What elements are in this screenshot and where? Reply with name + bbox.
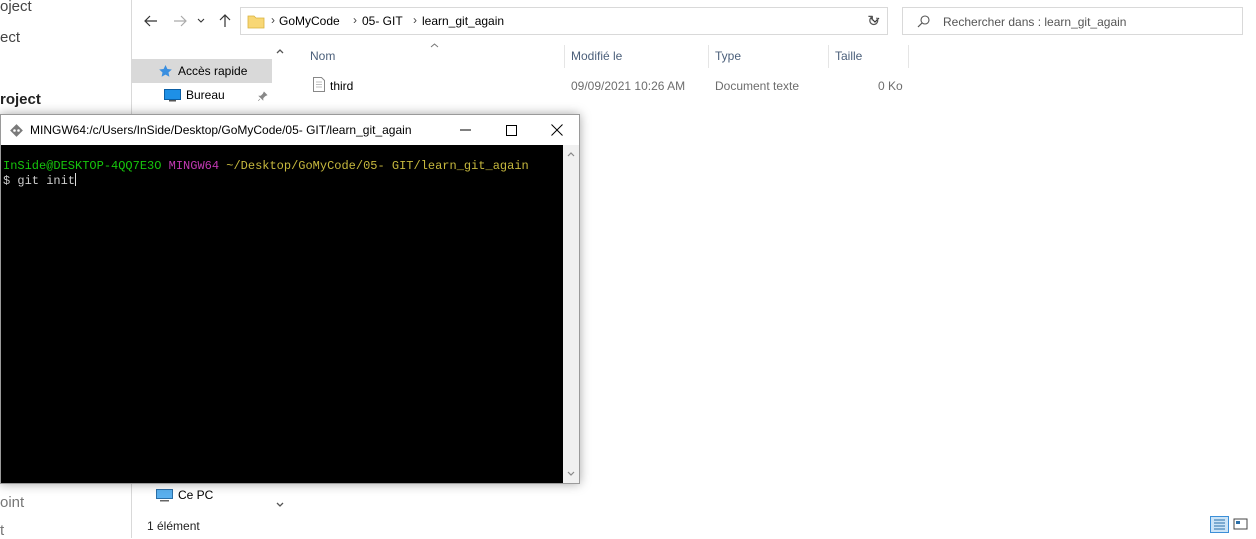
- column-divider[interactable]: [828, 45, 829, 68]
- search-icon: [917, 15, 930, 28]
- folder-icon: [247, 15, 265, 29]
- terminal-title: MINGW64:/c/Users/InSide/Desktop/GoMyCode…: [30, 123, 412, 137]
- breadcrumb-learn-git-again[interactable]: learn_git_again: [422, 14, 504, 28]
- refresh-icon[interactable]: ↻: [860, 7, 888, 35]
- background-fragment: oject: [0, 0, 32, 15]
- terminal-command-line: $ git init: [3, 173, 77, 189]
- details-view-icon[interactable]: [1210, 516, 1229, 533]
- terminal-window: MINGW64:/c/Users/InSide/Desktop/GoMyCode…: [0, 114, 580, 484]
- sidebar-item-acces-rapide[interactable]: Accès rapide: [132, 59, 272, 83]
- terminal-prompt-line: InSide@DESKTOP-4QQ7E3O MINGW64 ~/Desktop…: [3, 159, 529, 174]
- navigation-bar: › GoMyCode › 05- GIT › learn_git_again ↻…: [132, 0, 1256, 42]
- column-header-type[interactable]: Type: [715, 49, 741, 63]
- breadcrumb-separator-icon: ›: [413, 13, 417, 27]
- sidebar-item-label: Bureau: [186, 88, 225, 102]
- file-name: third: [330, 79, 354, 93]
- terminal-title-bar[interactable]: MINGW64:/c/Users/InSide/Desktop/GoMyCode…: [1, 115, 579, 145]
- search-input[interactable]: Rechercher dans : learn_git_again: [902, 7, 1243, 35]
- star-icon: [159, 65, 172, 77]
- scroll-down-icon[interactable]: [276, 502, 284, 508]
- scroll-down-icon[interactable]: [567, 471, 575, 477]
- column-divider[interactable]: [708, 45, 709, 68]
- prompt-user: InSide@DESKTOP-4QQ7E3O: [3, 159, 162, 173]
- text-cursor: [75, 173, 77, 186]
- recent-locations-chevron-icon[interactable]: [194, 10, 208, 32]
- close-icon[interactable]: [534, 115, 580, 145]
- background-fragment: ect: [0, 29, 21, 46]
- computer-icon: [156, 489, 173, 502]
- sidebar-item-ce-pc[interactable]: Ce PC: [132, 483, 272, 507]
- git-bash-icon: [10, 124, 23, 137]
- column-header-nom[interactable]: Nom: [310, 49, 335, 63]
- file-size: 0 Ko: [878, 79, 903, 93]
- column-header-taille[interactable]: Taille: [835, 49, 862, 63]
- minimize-icon[interactable]: [442, 115, 488, 145]
- sidebar-item-label: Accès rapide: [178, 64, 248, 78]
- maximize-icon[interactable]: [488, 115, 534, 145]
- column-divider[interactable]: [564, 45, 565, 68]
- prompt-path: ~/Desktop/GoMyCode/05- GIT/learn_git_aga…: [226, 159, 529, 173]
- breadcrumb-separator-icon: ›: [353, 13, 357, 27]
- sort-ascending-icon: [430, 43, 439, 48]
- status-item-count: 1 élément: [147, 519, 200, 533]
- breadcrumb-separator-icon: ›: [271, 13, 275, 27]
- background-fragment: roject: [0, 91, 41, 108]
- terminal-output[interactable]: InSide@DESKTOP-4QQ7E3O MINGW64 ~/Desktop…: [1, 145, 563, 483]
- back-arrow-icon[interactable]: [140, 10, 162, 32]
- search-placeholder: Rechercher dans : learn_git_again: [943, 15, 1127, 29]
- large-icons-view-icon[interactable]: [1232, 516, 1251, 533]
- background-fragment: oint: [0, 494, 25, 511]
- scroll-up-icon[interactable]: [567, 151, 575, 157]
- prompt-env: MINGW64: [168, 159, 220, 173]
- file-type: Document texte: [715, 79, 800, 93]
- scroll-up-icon[interactable]: [276, 48, 284, 54]
- up-arrow-icon[interactable]: [214, 10, 236, 32]
- column-divider[interactable]: [908, 45, 909, 68]
- column-header-modifie-le[interactable]: Modifié le: [571, 49, 622, 63]
- sidebar-item-label: Ce PC: [178, 488, 214, 502]
- pin-icon[interactable]: [258, 91, 268, 101]
- terminal-command: $ git init: [3, 174, 76, 188]
- background-fragment: t: [0, 522, 5, 539]
- sidebar-item-bureau[interactable]: Bureau: [132, 83, 272, 107]
- text-document-icon: [313, 77, 325, 92]
- terminal-scrollbar[interactable]: [563, 145, 579, 483]
- breadcrumb-05-git[interactable]: 05- GIT: [362, 14, 403, 28]
- breadcrumb-gomycode[interactable]: GoMyCode: [279, 14, 340, 28]
- file-modified: 09/09/2021 10:26 AM: [571, 79, 686, 93]
- address-bar[interactable]: › GoMyCode › 05- GIT › learn_git_again: [240, 7, 888, 35]
- forward-arrow-icon[interactable]: [169, 10, 191, 32]
- desktop-icon: [164, 89, 181, 102]
